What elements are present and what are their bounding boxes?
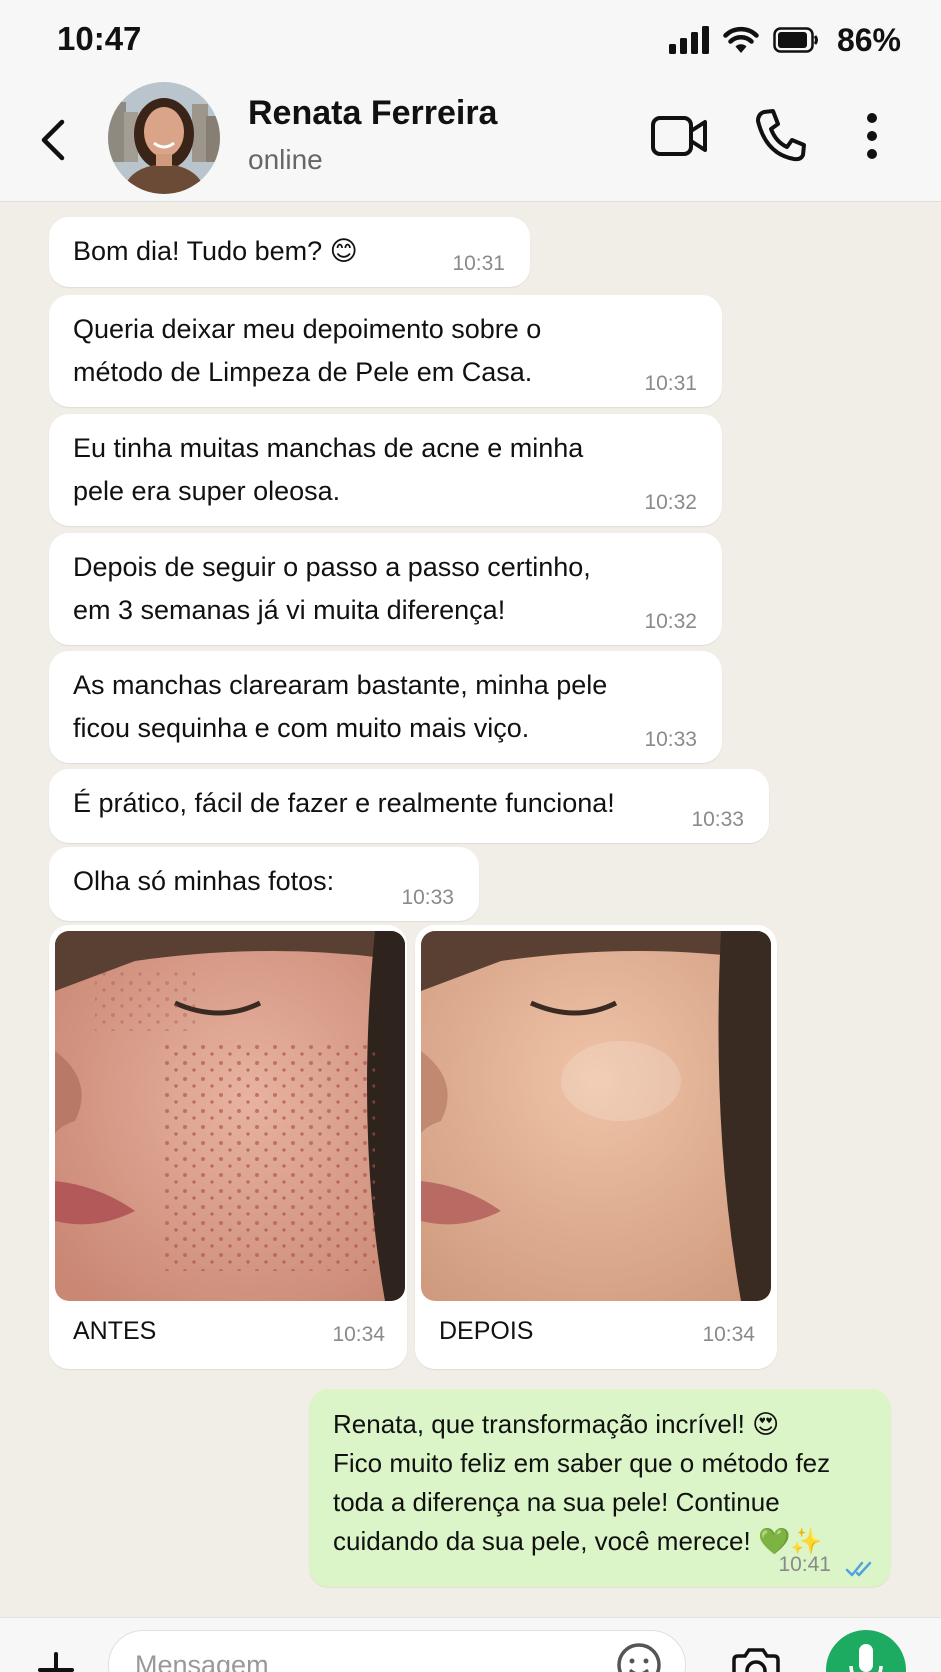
incoming-message[interactable]: É prático, fácil de fazer e realmente fu… <box>49 769 769 843</box>
message-text: As manchas clarearam bastante, minha pel… <box>73 670 608 743</box>
message-time: 10:31 <box>452 252 505 275</box>
back-arrow-icon[interactable] <box>34 112 74 168</box>
message-text: Depois de seguir o passo a passo certinh… <box>73 552 591 625</box>
incoming-message[interactable]: As manchas clarearam bastante, minha pel… <box>49 651 722 763</box>
outgoing-message[interactable]: Renata, que transformação incrível! 😍 Fi… <box>309 1389 891 1587</box>
message-time: 10:33 <box>401 886 454 909</box>
message-time: 10:32 <box>644 610 697 633</box>
chat-header: Renata Ferreira online <box>0 82 941 202</box>
status-time: 10:47 <box>57 20 142 57</box>
message-time: 10:31 <box>644 372 697 395</box>
status-icons: 86% <box>668 21 901 58</box>
before-photo[interactable] <box>55 931 405 1301</box>
photo-time: 10:34 <box>332 1323 385 1346</box>
photo-time: 10:34 <box>702 1323 755 1346</box>
message-text: Olha só minhas fotos: <box>73 866 335 896</box>
signal-icon <box>668 26 709 54</box>
incoming-message[interactable]: Olha só minhas fotos: 10:33 <box>49 847 479 921</box>
message-time: 10:33 <box>691 808 744 831</box>
photo-caption: DEPOIS <box>439 1317 534 1345</box>
microphone-icon <box>849 1644 883 1672</box>
more-vertical-icon[interactable] <box>860 110 884 162</box>
photo-message-after[interactable]: DEPOIS 10:34 <box>415 925 777 1369</box>
video-camera-icon[interactable] <box>650 110 708 162</box>
contact-status: online <box>248 144 323 175</box>
avatar[interactable] <box>108 82 220 194</box>
emoji-icon[interactable] <box>616 1642 662 1672</box>
message-text: É prático, fácil de fazer e realmente fu… <box>73 788 615 818</box>
photo-caption: ANTES <box>73 1317 157 1345</box>
camera-icon[interactable] <box>730 1646 782 1672</box>
incoming-message[interactable]: Depois de seguir o passo a passo certinh… <box>49 533 722 645</box>
incoming-message[interactable]: Queria deixar meu depoimento sobre o mét… <box>49 295 722 407</box>
message-text: Eu tinha muitas manchas de acne e minha … <box>73 433 584 506</box>
plus-icon[interactable] <box>38 1652 74 1672</box>
message-time: 10:33 <box>644 728 697 751</box>
contact-name[interactable]: Renata Ferreira <box>248 94 497 133</box>
message-input[interactable] <box>108 1630 686 1672</box>
phone-icon[interactable] <box>752 106 808 164</box>
incoming-message[interactable]: Eu tinha muitas manchas de acne e minha … <box>49 414 722 526</box>
message-time: 10:41 <box>778 1553 831 1576</box>
status-bar: 10:47 86% <box>0 0 941 82</box>
photo-message-before[interactable]: ANTES 10:34 <box>49 925 407 1369</box>
wifi-icon <box>723 26 759 53</box>
message-text: Queria deixar meu depoimento sobre o mét… <box>73 314 542 387</box>
double-check-icon <box>845 1561 872 1577</box>
battery-icon <box>773 27 818 53</box>
battery-percentage: 86% <box>836 21 901 58</box>
chat-area: Bom dia! Tudo bem? 😊 10:31 Queria deixar… <box>0 203 941 1617</box>
message-text: Bom dia! Tudo bem? 😊 <box>73 236 358 266</box>
incoming-message[interactable]: Bom dia! Tudo bem? 😊 10:31 <box>49 217 530 287</box>
input-bar <box>0 1617 941 1672</box>
message-time: 10:32 <box>644 491 697 514</box>
message-text: Renata, que transformação incrível! 😍 Fi… <box>333 1409 831 1556</box>
microphone-button[interactable] <box>826 1630 906 1672</box>
after-photo[interactable] <box>421 931 771 1301</box>
